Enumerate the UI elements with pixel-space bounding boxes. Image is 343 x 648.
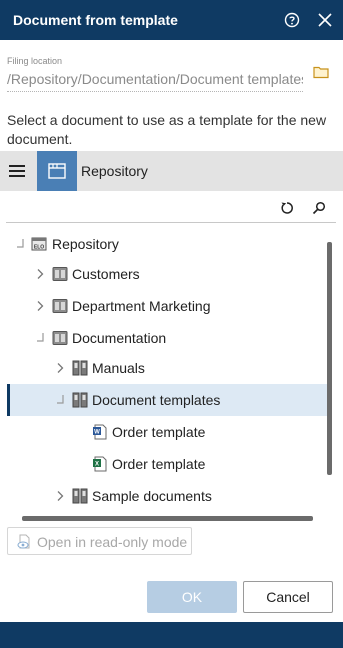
repository-tab[interactable]: [37, 151, 77, 191]
tree-item-order-template-excel[interactable]: X Order template: [7, 448, 330, 480]
svg-text:X: X: [95, 462, 99, 468]
instruction-text: Select a document to use as a template f…: [7, 112, 327, 147]
tree-item-label: Department Marketing: [72, 298, 211, 314]
tree-item-label: Customers: [72, 266, 140, 282]
chevron-right-icon[interactable]: [35, 300, 45, 312]
tree-item-customers[interactable]: Customers: [7, 258, 330, 290]
open-read-only-label: Open in read-only mode: [37, 534, 188, 550]
excel-document-icon: X: [93, 456, 107, 472]
chevron-right-icon[interactable]: [35, 268, 45, 280]
tree-item-label: Document templates: [92, 392, 221, 408]
expanded-icon[interactable]: [35, 332, 45, 344]
cabinet-icon: [52, 267, 68, 281]
chevron-right-icon[interactable]: [55, 362, 65, 374]
cabinet-icon: [52, 331, 68, 345]
folder-icon[interactable]: [313, 64, 329, 80]
repository-bar: Repository: [0, 151, 343, 191]
svg-text:W: W: [94, 430, 100, 436]
binder-icon: [72, 488, 88, 504]
dialog-titlebar: Document from template: [0, 0, 343, 40]
repository-root-icon: ELO: [31, 237, 47, 251]
eye-document-icon: [17, 534, 30, 549]
help-circle-icon[interactable]: [284, 12, 300, 28]
dialog-title: Document from template: [13, 12, 178, 28]
search-icon[interactable]: [312, 201, 326, 215]
tree-item-order-template-word[interactable]: W Order template: [7, 416, 330, 448]
refresh-icon[interactable]: [280, 201, 294, 215]
close-icon[interactable]: [317, 12, 333, 28]
repository-label: Repository: [81, 163, 148, 179]
repository-window-icon: [48, 163, 66, 179]
vertical-scrollbar[interactable]: [327, 242, 332, 475]
repository-tree: ELO Repository Customers Department Mark…: [0, 228, 330, 518]
expanded-icon[interactable]: [55, 394, 65, 406]
cancel-button[interactable]: Cancel: [243, 581, 333, 613]
tree-item-label: Documentation: [72, 330, 167, 346]
chevron-right-icon[interactable]: [55, 490, 65, 502]
hamburger-menu-icon[interactable]: [9, 165, 25, 177]
filing-location-field[interactable]: /Repository/Documentation/Document templ…: [7, 71, 303, 92]
dialog-footer-bar: [0, 622, 343, 648]
word-document-icon: W: [93, 424, 107, 440]
horizontal-scrollbar[interactable]: [22, 516, 313, 521]
tree-toolbar: [6, 193, 336, 223]
tree-item-document-templates[interactable]: Document templates: [7, 384, 330, 416]
tree-item-label: Manuals: [92, 360, 145, 376]
expanded-icon[interactable]: [15, 238, 25, 250]
tree-item-label: Repository: [52, 236, 119, 252]
binder-icon: [72, 360, 88, 376]
tree-item-label: Sample documents: [92, 488, 212, 504]
tree-item-department-marketing[interactable]: Department Marketing: [7, 290, 330, 322]
open-read-only-button[interactable]: Open in read-only mode: [7, 527, 192, 555]
filing-location-label: Filing location: [7, 56, 63, 66]
tree-item-label: Order template: [112, 456, 206, 472]
tree-item-documentation[interactable]: Documentation: [7, 322, 330, 354]
svg-text:ELO: ELO: [34, 245, 44, 251]
ok-button[interactable]: OK: [147, 581, 237, 613]
binder-icon: [72, 392, 88, 408]
tree-item-sample-documents[interactable]: Sample documents: [7, 480, 330, 512]
tree-item-repository[interactable]: ELO Repository: [7, 228, 330, 260]
tree-item-label: Order template: [112, 424, 206, 440]
cabinet-icon: [52, 299, 68, 313]
tree-item-manuals[interactable]: Manuals: [7, 352, 330, 384]
